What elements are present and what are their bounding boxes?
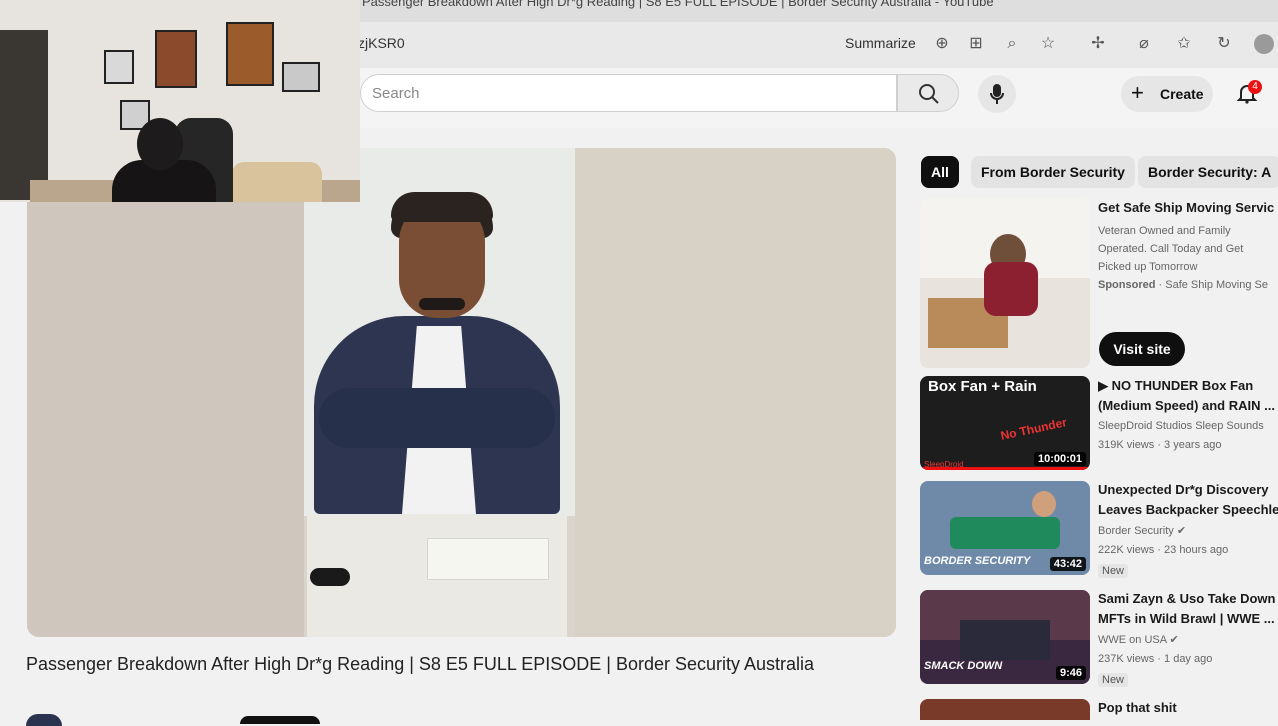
rec-thumb-text: SMACK DOWN [924,660,1003,672]
webcam-wall-art [226,22,274,86]
webcam-overlay [0,0,360,202]
chip-all[interactable]: All [921,156,959,188]
rec-thumb-ring [960,620,1050,660]
watched-progress-bar [920,467,1090,470]
video-person-hairline [391,192,493,222]
new-badge: New [1098,673,1129,687]
ad-advertiser: Safe Ship Moving Se [1165,279,1268,291]
ad-description: Veteran Owned and Family Operated. Call … [1098,225,1244,273]
chip-border-security-a[interactable]: Border Security: A [1138,156,1278,188]
grid-icon[interactable]: ⊞ [966,34,986,54]
webcam-person-head [137,118,183,170]
new-badge: New [1098,564,1129,578]
verified-icon: ✔ [1176,525,1187,537]
zoom-icon[interactable]: ⌕ [1002,34,1022,54]
webcam-shelf [0,30,48,200]
plus-icon: + [1131,80,1144,105]
video-person-arms [319,388,555,448]
ad-thumbnail[interactable] [920,198,1090,368]
webcam-wall-art [282,62,320,92]
video-desk-paper [427,538,549,580]
duration-badge: 43:42 [1049,557,1086,571]
rec-channel[interactable]: SleepDroid Studios Sleep Sounds [1098,417,1278,435]
video-player[interactable] [27,148,896,637]
search-button[interactable] [897,74,959,112]
chip-from-border-security[interactable]: From Border Security [971,156,1135,188]
rec-title-line2[interactable]: MFTs in Wild Brawl | WWE ... [1098,609,1278,629]
rec-thumb-person [1032,491,1056,517]
split-screen-icon[interactable]: ⌀ [1134,34,1154,54]
search-input[interactable] [360,74,897,112]
favorites-icon[interactable]: ✩ [1174,34,1194,54]
rec-title-line2[interactable]: Leaves Backpacker Speechle [1098,500,1278,520]
rec-title[interactable]: Sami Zayn & Uso Take Down [1098,589,1278,609]
rec-title[interactable]: Unexpected Dr*g Discovery [1098,480,1278,500]
rec-thumbnail[interactable] [920,699,1090,720]
search-placeholder: Search [372,85,420,102]
video-title: Passenger Breakdown After High Dr*g Read… [26,654,815,674]
rec-thumbnail[interactable]: BORDER SECURITY 43:42 [920,481,1090,575]
rec-thumb-subtext: No Thunder [999,415,1069,443]
rec-channel-line[interactable]: WWE on USA ✔ [1098,631,1278,649]
summarize-button[interactable]: Summarize [845,35,916,51]
copilot-icon[interactable]: ⊕ [932,34,952,54]
rec-thumbnail[interactable]: SMACK DOWN 9:46 [920,590,1090,684]
chip-border-security-clip: Border Security: A [1138,156,1278,188]
rec-title-line2[interactable]: (Medium Speed) and RAIN ... [1098,396,1278,416]
star-icon[interactable]: ☆ [1038,34,1058,54]
rec-title[interactable]: ▶ NO THUNDER Box Fan [1098,376,1278,396]
video-frame-wall [27,202,304,637]
address-url-text[interactable]: zjKSR0 [358,35,405,51]
profile-avatar[interactable] [1254,34,1274,54]
rec-thumb-scene [950,517,1060,549]
subscribe-button[interactable] [240,716,320,724]
rec-thumb-text: Box Fan + Rain [928,378,1037,395]
ad-sponsor-line: Sponsored · Safe Ship Moving Se [1098,279,1268,291]
video-desk-mouse [310,568,350,586]
history-icon[interactable]: ↻ [1214,34,1234,54]
sponsored-label: Sponsored [1098,279,1156,291]
video-frame-wall-right [575,148,896,637]
duration-badge: 10:00:01 [1033,452,1086,466]
duration-badge: 9:46 [1055,666,1086,680]
rec-title[interactable]: Pop that shit [1098,698,1278,718]
webcam-wall-art [155,30,197,88]
ad-title[interactable]: Get Safe Ship Moving Servic [1098,198,1278,218]
rec-thumb-text: BORDER SECURITY [924,555,1031,567]
verified-icon: ✔ [1169,634,1179,646]
webcam-wall-art [104,50,134,84]
notification-count-badge: 4 [1248,80,1262,94]
rec-meta: 237K views · 1 day ago [1098,653,1213,665]
rec-meta: 319K views · 3 years ago [1098,439,1222,451]
search-icon [919,84,939,104]
ad-thumb-person-body [984,262,1038,316]
extension-icon[interactable]: ✢ [1088,34,1108,54]
webcam-couch [232,162,322,202]
create-label: Create [1160,86,1204,102]
rec-meta: 222K views · 23 hours ago [1098,544,1229,556]
voice-search-button[interactable] [978,75,1016,113]
visit-site-button[interactable]: Visit site [1099,332,1185,366]
rec-thumbnail[interactable]: Box Fan + Rain No Thunder SleepDroid 10:… [920,376,1090,470]
rec-channel-line[interactable]: Border Security ✔ [1098,522,1278,540]
browser-tab-title[interactable]: Passenger Breakdown After High Dr*g Read… [362,0,994,9]
video-person-mustache [419,298,465,310]
channel-avatar[interactable] [26,714,62,726]
rec-channel[interactable]: WWE on USA [1098,634,1166,646]
microphone-icon [990,84,1004,104]
rec-channel[interactable]: Border Security [1098,525,1174,537]
